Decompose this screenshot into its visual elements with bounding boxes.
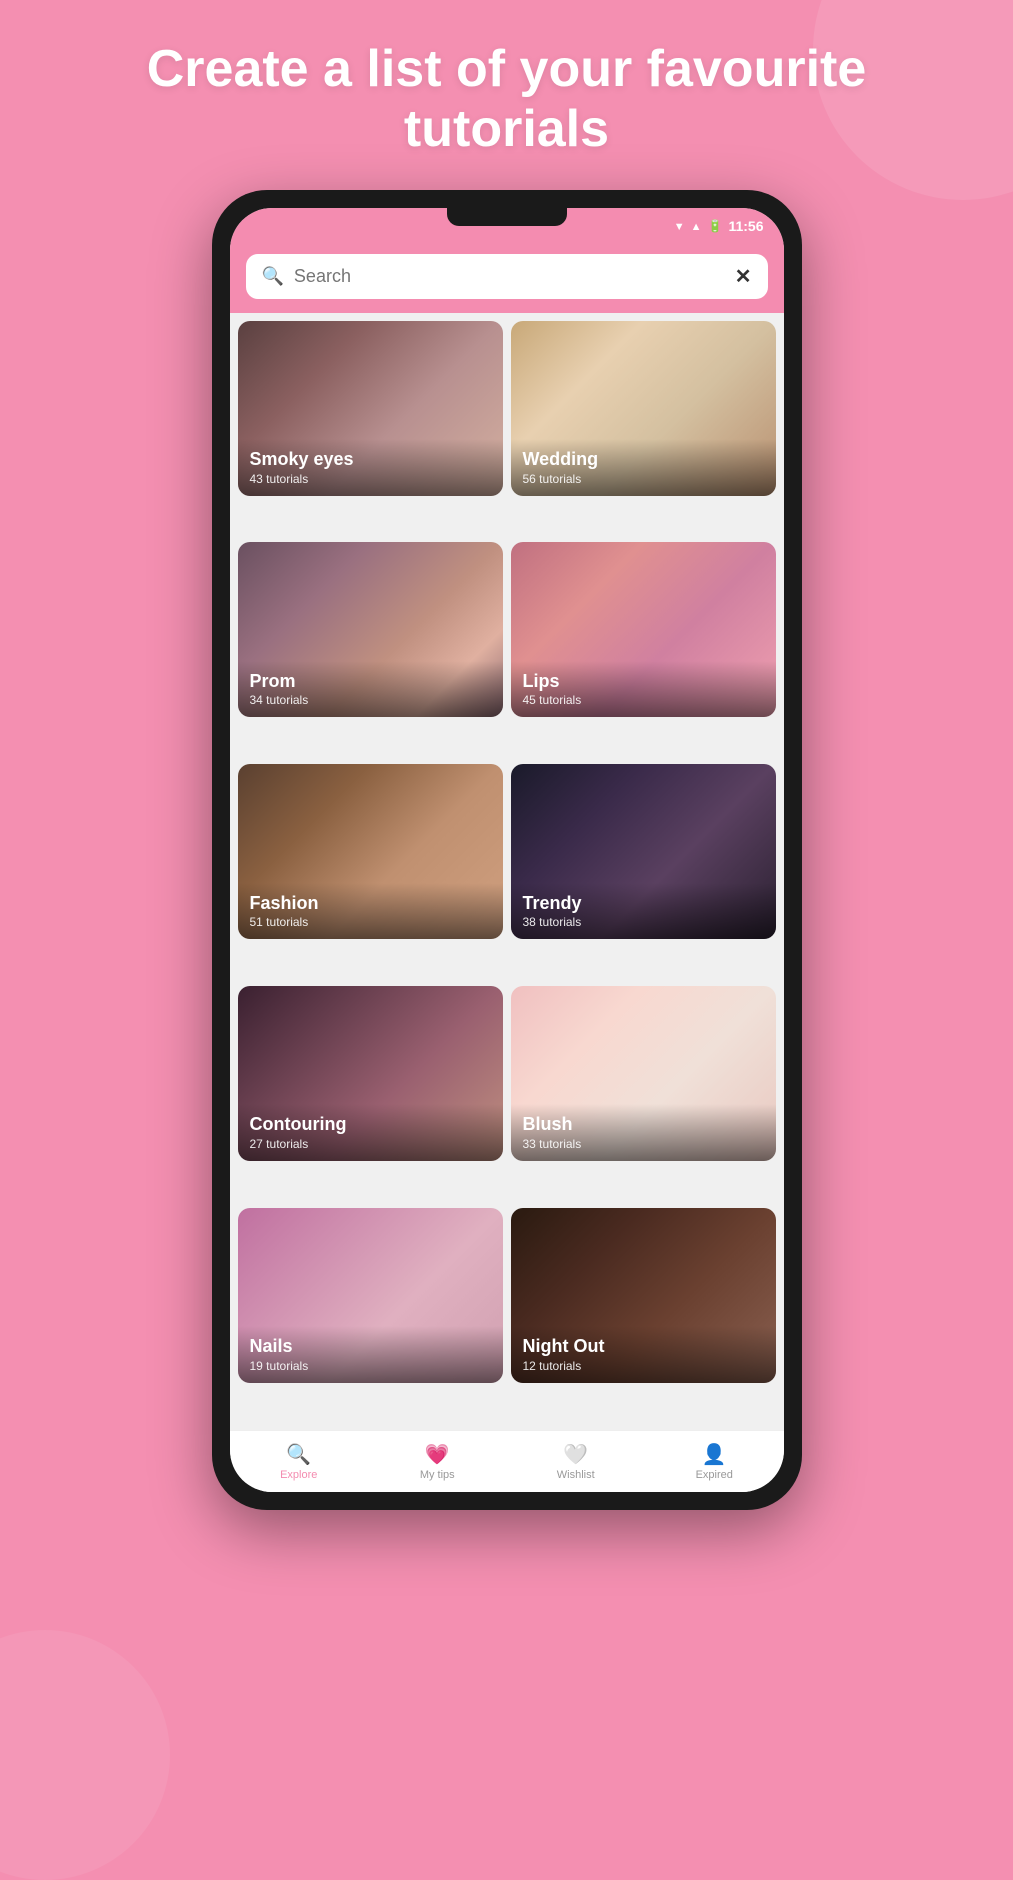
category-title-prom: Prom [250, 671, 491, 693]
nav-label-wishlist: Wishlist [557, 1469, 595, 1481]
category-label-smoky-eyes: Smoky eyes 43 tutorials [238, 439, 503, 496]
category-label-prom: Prom 34 tutorials [238, 661, 503, 718]
category-subtitle-blush: 33 tutorials [523, 1137, 764, 1151]
category-item-fashion[interactable]: Fashion 51 tutorials [238, 764, 503, 939]
category-subtitle-smoky-eyes: 43 tutorials [250, 472, 491, 486]
category-title-lips: Lips [523, 671, 764, 693]
category-subtitle-prom: 34 tutorials [250, 693, 491, 707]
category-subtitle-fashion: 51 tutorials [250, 915, 491, 929]
category-subtitle-nails: 19 tutorials [250, 1359, 491, 1373]
category-item-lips[interactable]: Lips 45 tutorials [511, 542, 776, 717]
nav-item-expired[interactable]: 👤 Expired [645, 1442, 784, 1481]
time-display: 11:56 [728, 218, 763, 234]
nav-label-explore: Explore [280, 1469, 317, 1481]
search-input[interactable] [294, 266, 725, 287]
category-title-trendy: Trendy [523, 893, 764, 915]
category-title-fashion: Fashion [250, 893, 491, 915]
hero-title: Create a list of your favourite tutorial… [0, 0, 1013, 190]
phone-notch [447, 208, 567, 226]
nav-label-expired: Expired [696, 1469, 733, 1481]
bottom-nav: 🔍 Explore 💗 My tips 🤍 Wishlist 👤 Expired [230, 1430, 784, 1492]
search-icon: 🔍 [262, 266, 284, 287]
search-bar-container: 🔍 ✕ [230, 244, 784, 313]
category-item-smoky-eyes[interactable]: Smoky eyes 43 tutorials [238, 321, 503, 496]
nav-icon-expired: 👤 [702, 1442, 727, 1467]
category-title-nails: Nails [250, 1336, 491, 1358]
category-item-night-out[interactable]: Night Out 12 tutorials [511, 1208, 776, 1383]
category-subtitle-contouring: 27 tutorials [250, 1137, 491, 1151]
category-subtitle-lips: 45 tutorials [523, 693, 764, 707]
nav-icon-my-tips: 💗 [425, 1442, 450, 1467]
category-item-trendy[interactable]: Trendy 38 tutorials [511, 764, 776, 939]
category-title-blush: Blush [523, 1114, 764, 1136]
phone-shell: 11:56 🔍 ✕ Smoky eyes 43 tutorials Weddin… [212, 190, 802, 1510]
search-bar: 🔍 ✕ [246, 254, 768, 299]
category-label-night-out: Night Out 12 tutorials [511, 1326, 776, 1383]
category-label-nails: Nails 19 tutorials [238, 1326, 503, 1383]
category-title-night-out: Night Out [523, 1336, 764, 1358]
category-title-smoky-eyes: Smoky eyes [250, 449, 491, 471]
category-grid: Smoky eyes 43 tutorials Wedding 56 tutor… [230, 313, 784, 1430]
category-item-contouring[interactable]: Contouring 27 tutorials [238, 986, 503, 1161]
category-title-contouring: Contouring [250, 1114, 491, 1136]
category-label-blush: Blush 33 tutorials [511, 1104, 776, 1161]
category-label-contouring: Contouring 27 tutorials [238, 1104, 503, 1161]
category-item-prom[interactable]: Prom 34 tutorials [238, 542, 503, 717]
nav-icon-explore: 🔍 [286, 1442, 311, 1467]
category-subtitle-wedding: 56 tutorials [523, 472, 764, 486]
category-item-nails[interactable]: Nails 19 tutorials [238, 1208, 503, 1383]
nav-item-explore[interactable]: 🔍 Explore [230, 1442, 369, 1481]
category-label-wedding: Wedding 56 tutorials [511, 439, 776, 496]
category-label-fashion: Fashion 51 tutorials [238, 883, 503, 940]
search-clear-button[interactable]: ✕ [735, 264, 752, 289]
nav-item-my-tips[interactable]: 💗 My tips [368, 1442, 507, 1481]
phone-screen: 11:56 🔍 ✕ Smoky eyes 43 tutorials Weddin… [230, 208, 784, 1492]
category-subtitle-night-out: 12 tutorials [523, 1359, 764, 1373]
nav-icon-wishlist: 🤍 [563, 1442, 588, 1467]
category-label-trendy: Trendy 38 tutorials [511, 883, 776, 940]
signal-icon [691, 218, 702, 233]
battery-icon [708, 218, 723, 233]
status-icons: 11:56 [674, 218, 764, 234]
category-label-lips: Lips 45 tutorials [511, 661, 776, 718]
category-item-wedding[interactable]: Wedding 56 tutorials [511, 321, 776, 496]
wifi-icon [674, 218, 685, 233]
category-subtitle-trendy: 38 tutorials [523, 915, 764, 929]
nav-label-my-tips: My tips [420, 1469, 455, 1481]
category-title-wedding: Wedding [523, 449, 764, 471]
category-item-blush[interactable]: Blush 33 tutorials [511, 986, 776, 1161]
nav-item-wishlist[interactable]: 🤍 Wishlist [507, 1442, 646, 1481]
